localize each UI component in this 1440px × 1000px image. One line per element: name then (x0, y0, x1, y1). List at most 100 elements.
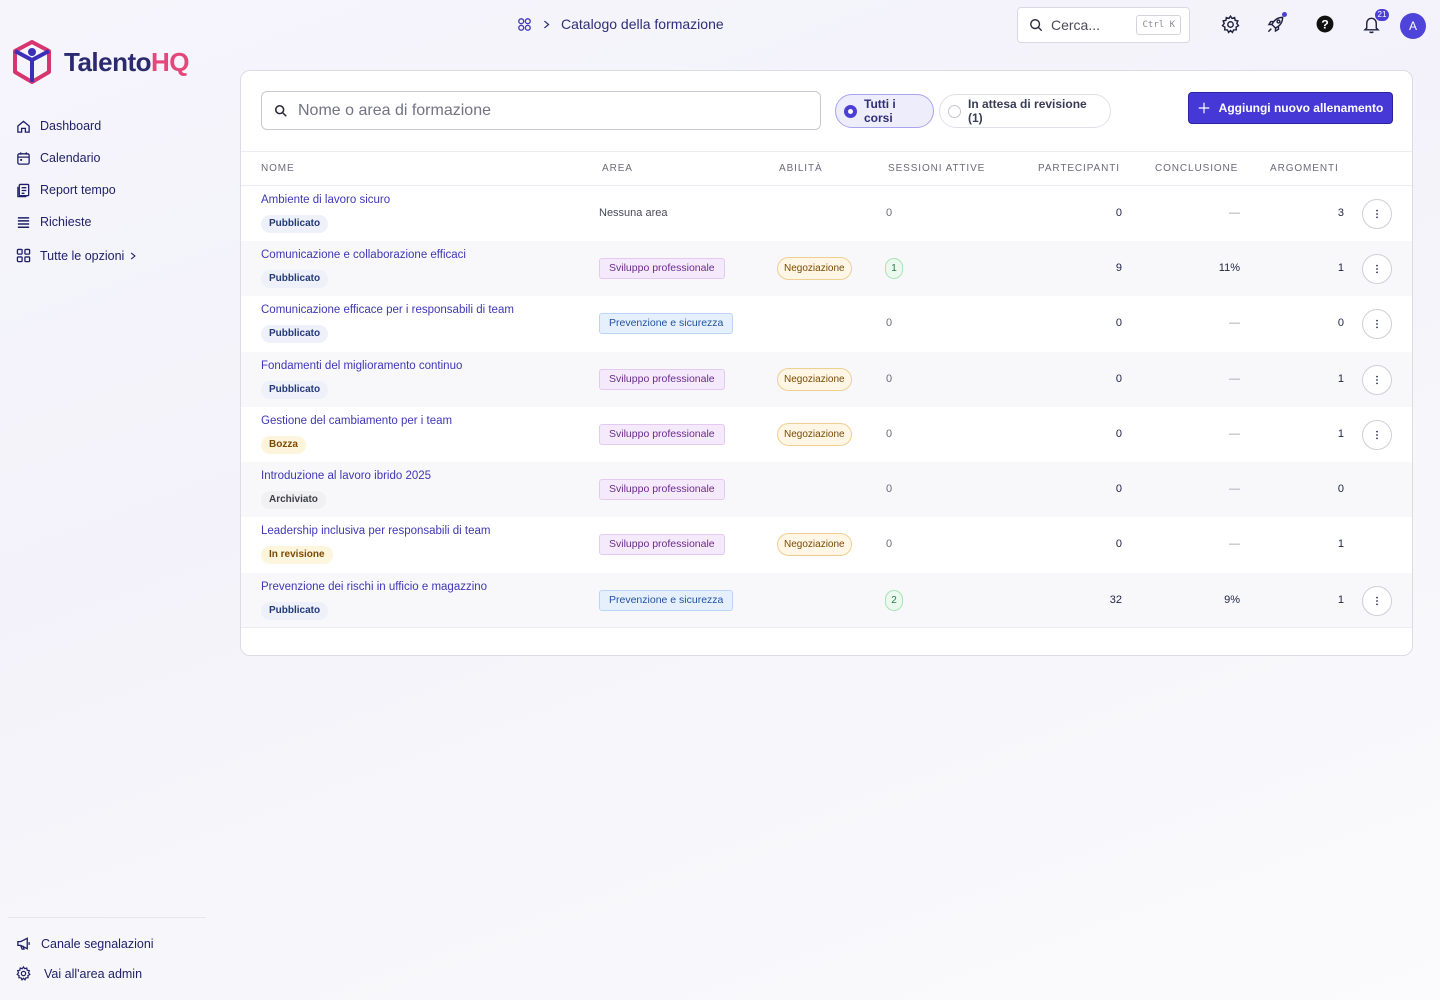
status-badge: Pubblicato (261, 215, 329, 233)
sidebar-item-richieste[interactable]: Richieste (16, 206, 116, 238)
row-actions-button[interactable] (1362, 420, 1392, 450)
area-tag: Sviluppo professionale (599, 479, 725, 500)
table-header: NOME AREA ABILITÀ SESSIONI ATTIVE PARTEC… (241, 151, 1412, 186)
gear-icon (16, 966, 31, 981)
column-header-completion[interactable]: CONCLUSIONE (1155, 163, 1238, 174)
table-row[interactable]: Leadership inclusiva per responsabili di… (241, 517, 1412, 572)
course-name-link[interactable]: Prevenzione dei rischi in ufficio e maga… (261, 581, 487, 593)
skill-tag: Negoziazione (777, 533, 852, 556)
avatar[interactable]: A (1400, 13, 1426, 39)
logo-text: TalentoHQ (64, 46, 190, 77)
report-channel-label: Canale segnalazioni (41, 936, 154, 951)
area-tag: Prevenzione e sicurezza (599, 590, 734, 611)
active-sessions-badge[interactable]: 1 (885, 258, 903, 279)
active-sessions-badge[interactable]: 2 (885, 590, 903, 611)
participants-value: 0 (1115, 317, 1122, 329)
course-search-input[interactable] (298, 101, 808, 120)
report-channel-link[interactable]: Canale segnalazioni (16, 936, 154, 951)
course-name-link[interactable]: Introduzione al lavoro ibrido 2025 (261, 470, 431, 482)
topics-value: 1 (1337, 373, 1344, 385)
table-row[interactable]: Gestione del cambiamento per i team Bozza… (241, 407, 1412, 462)
radio-selected (844, 104, 857, 118)
grid-icon[interactable] (517, 17, 532, 32)
all-options-label: Tutte le opzioni (40, 248, 125, 263)
filter-review-label: In attesa di revisione (1) (968, 97, 1087, 125)
global-search-placeholder: Cerca... (1051, 17, 1101, 33)
area-tag: Sviluppo professionale (599, 534, 725, 555)
sidebar-divider (8, 917, 206, 918)
topics-value: 1 (1337, 594, 1344, 606)
participants-value: 0 (1115, 538, 1122, 550)
notifications-count: 21 (1375, 9, 1389, 21)
active-sessions-value: 0 (886, 317, 893, 329)
participants-value: 9 (1115, 262, 1122, 274)
table-row[interactable]: Comunicazione efficace per i responsabil… (241, 296, 1412, 351)
list-icon (17, 216, 30, 228)
column-header-participants[interactable]: PARTECIPANTI (1038, 163, 1120, 174)
completion-value: 11% (1218, 262, 1240, 274)
more-vertical-icon (1376, 596, 1378, 606)
course-name-link[interactable]: Comunicazione efficace per i responsabil… (261, 304, 514, 316)
column-header-skill[interactable]: ABILITÀ (779, 163, 823, 174)
course-search-field[interactable] (261, 91, 821, 130)
course-name-link[interactable]: Ambiente di lavoro sicuro (261, 194, 390, 206)
skill-tag: Negoziazione (777, 257, 852, 280)
sidebar-item-calendario[interactable]: Calendario (16, 142, 116, 174)
status-badge: In revisione (261, 546, 333, 564)
help-button[interactable]: ? (1314, 13, 1336, 35)
calendar-icon (17, 151, 30, 165)
course-name-link[interactable]: Leadership inclusiva per responsabili di… (261, 525, 491, 537)
logo[interactable]: TalentoHQ (12, 40, 190, 84)
participants-value: 0 (1115, 207, 1122, 219)
row-actions-button[interactable] (1362, 365, 1392, 395)
whats-new-button[interactable] (1264, 12, 1287, 35)
row-actions-button[interactable] (1362, 586, 1392, 616)
training-catalog-card: Tutti i corsi In attesa di revisione (1)… (240, 70, 1413, 656)
filter-all-label: Tutti i corsi (864, 97, 896, 125)
topics-value: 3 (1337, 207, 1344, 219)
area-tag: Sviluppo professionale (599, 369, 725, 390)
row-actions-button[interactable] (1362, 254, 1392, 284)
filter-all-courses[interactable]: Tutti i corsi (835, 94, 934, 128)
participants-value: 32 (1109, 594, 1122, 606)
participants-value: 0 (1115, 373, 1122, 385)
table-row[interactable]: Ambiente di lavoro sicuro Pubblicato Nessu… (241, 186, 1412, 241)
logo-cube-icon (13, 40, 51, 84)
settings-button[interactable] (1219, 13, 1241, 35)
sidebar-item-dashboard[interactable]: Dashboard (16, 110, 116, 142)
active-sessions-value: 0 (886, 538, 893, 550)
table-row[interactable]: Fondamenti del miglioramento continuo Pub… (241, 352, 1412, 407)
sidebar-item-label: Calendario (40, 151, 101, 165)
course-name-link[interactable]: Comunicazione e collaborazione efficaci (261, 249, 466, 261)
column-header-area[interactable]: AREA (602, 163, 633, 174)
rocket-icon (1267, 16, 1283, 32)
table-row[interactable]: Prevenzione dei rischi in ufficio e maga… (241, 573, 1412, 628)
add-training-button[interactable]: Aggiungi nuovo allenamento (1188, 92, 1393, 124)
sidebar-item-label: Richieste (40, 215, 92, 229)
topics-value: 0 (1337, 483, 1344, 495)
main-nav: Dashboard Calendario Report tempo Richie… (16, 110, 116, 238)
course-name-link[interactable]: Gestione del cambiamento per i team (261, 415, 452, 427)
skill-tag: Negoziazione (777, 423, 852, 446)
active-sessions-value: 0 (886, 483, 893, 495)
column-header-topics[interactable]: ARGOMENTI (1270, 163, 1339, 174)
global-search[interactable]: Cerca... Ctrl K (1017, 7, 1190, 43)
admin-area-link[interactable]: Vai all'area admin (16, 966, 142, 981)
radio-unselected (948, 104, 961, 118)
page-title: Catalogo della formazione (561, 16, 724, 32)
column-header-name[interactable]: NOME (261, 163, 295, 174)
row-actions-button[interactable] (1362, 309, 1392, 339)
search-shortcut: Ctrl K (1136, 15, 1181, 35)
sidebar-all-options[interactable]: Tutte le opzioni (16, 248, 138, 263)
column-header-sessions[interactable]: SESSIONI ATTIVE (888, 163, 985, 174)
filter-pending-review[interactable]: In attesa di revisione (1) (939, 94, 1111, 128)
sidebar-item-report-tempo[interactable]: Report tempo (16, 174, 116, 206)
chevron-right-icon (131, 251, 137, 260)
table-row[interactable]: Comunicazione e collaborazione efficaci P… (241, 241, 1412, 296)
row-actions-button[interactable] (1362, 199, 1392, 229)
completion-value: 9% (1224, 594, 1240, 606)
table-row[interactable]: Introduzione al lavoro ibrido 2025 Archiv… (241, 462, 1412, 517)
more-vertical-icon (1376, 319, 1378, 329)
course-name-link[interactable]: Fondamenti del miglioramento continuo (261, 360, 462, 372)
gear-icon (1221, 14, 1239, 34)
